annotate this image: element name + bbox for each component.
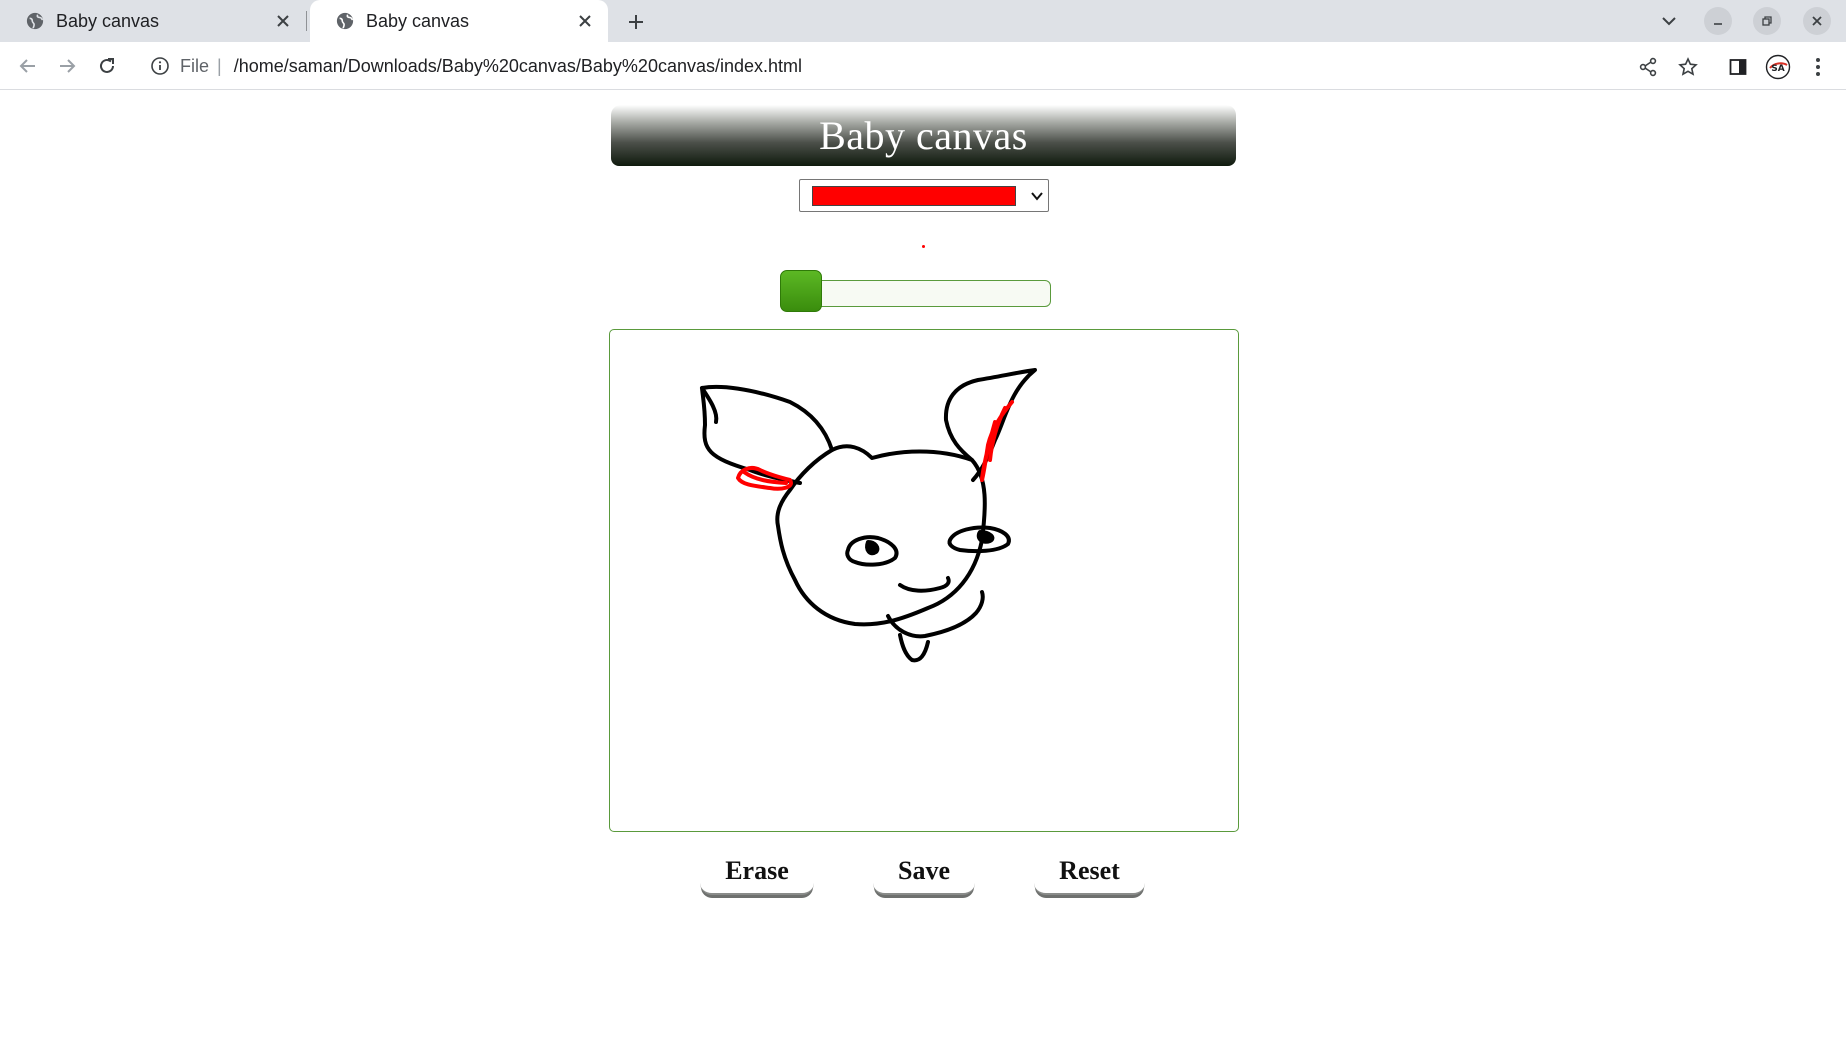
tab-2-active[interactable]: Baby canvas [310, 0, 608, 42]
color-select[interactable] [799, 179, 1049, 212]
tab-search-chevron-icon[interactable] [1656, 8, 1682, 34]
mouth-stroke [886, 590, 985, 639]
nose-stroke [898, 576, 951, 593]
forward-arrow-icon[interactable] [53, 52, 81, 80]
svg-text:SA: SA [1771, 64, 1784, 74]
address-bar[interactable]: File | /home/saman/Downloads/Baby%20canv… [138, 47, 1618, 85]
more-menu-icon[interactable] [1804, 53, 1832, 81]
app-header: Baby canvas [611, 105, 1236, 166]
back-arrow-icon[interactable] [14, 52, 42, 80]
tab-title: Baby canvas [366, 10, 470, 31]
globe-icon [26, 12, 44, 30]
selected-color-swatch [812, 185, 1016, 206]
share-icon[interactable] [1634, 53, 1662, 81]
right-pupil-stroke [976, 530, 995, 544]
reload-icon[interactable] [93, 52, 121, 80]
left-pupil-stroke [865, 540, 880, 556]
bookmark-star-icon[interactable] [1674, 53, 1702, 81]
close-tab-icon[interactable] [270, 8, 296, 34]
close-window-icon[interactable] [1803, 7, 1831, 35]
minimize-icon[interactable] [1704, 7, 1732, 35]
restore-icon[interactable] [1753, 7, 1781, 35]
drawing-strokes [700, 368, 1037, 663]
url-text[interactable]: /home/saman/Downloads/Baby%20canvas/Baby… [234, 56, 802, 77]
page-content: Baby canvas Erase Save Reset [0, 91, 1846, 1046]
close-tab-icon[interactable] [572, 8, 598, 34]
reset-button[interactable]: Reset [1034, 849, 1145, 895]
left-ear-stroke [700, 384, 834, 485]
tab-1[interactable]: Baby canvas [0, 0, 306, 42]
globe-icon [336, 12, 354, 30]
side-panel-icon[interactable] [1724, 53, 1752, 81]
chevron-down-icon [1031, 191, 1043, 201]
page-title: Baby canvas [819, 113, 1028, 158]
erase-button[interactable]: Erase [700, 849, 814, 895]
brush-size-preview [922, 245, 925, 248]
scheme-label: File [180, 55, 210, 76]
tab-separator [306, 11, 307, 31]
scheme-separator: | [217, 55, 222, 76]
new-tab-icon[interactable] [622, 8, 650, 36]
save-button[interactable]: Save [873, 849, 975, 895]
tongue-stroke [898, 633, 930, 663]
drawing-canvas[interactable] [609, 329, 1239, 832]
profile-avatar[interactable]: SA [1764, 53, 1792, 81]
info-icon[interactable] [150, 56, 170, 76]
tab-title: Baby canvas [56, 10, 160, 31]
tab-strip: Baby canvas Baby canvas [0, 0, 1846, 42]
browser-toolbar: File | /home/saman/Downloads/Baby%20canv… [0, 42, 1846, 90]
right-ear-stroke [943, 368, 1037, 482]
brush-size-slider-thumb[interactable] [780, 270, 822, 312]
left-ear-red-stroke [736, 466, 793, 491]
